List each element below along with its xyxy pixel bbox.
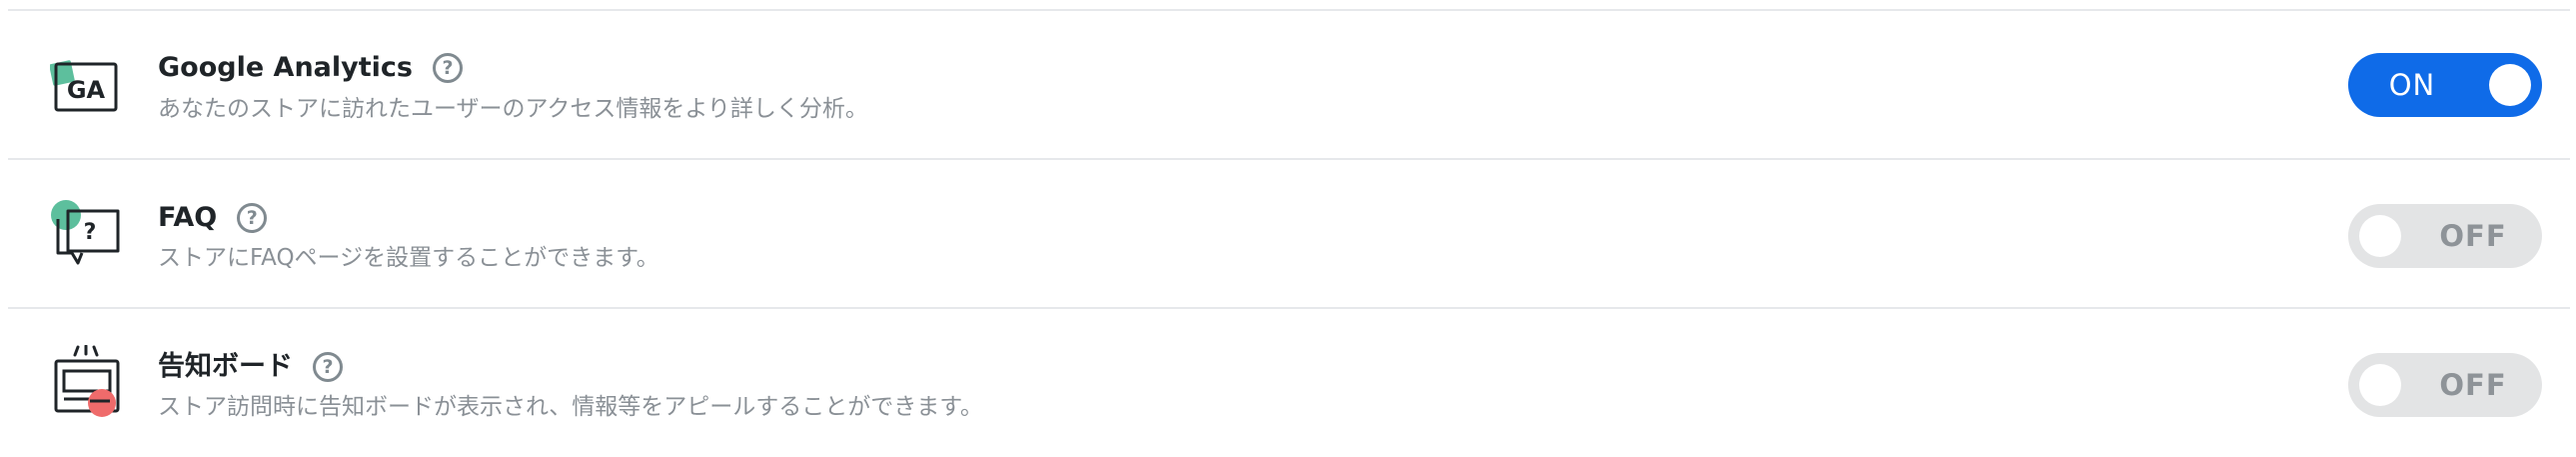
app-title-google-analytics: Google Analytics (158, 52, 413, 83)
app-title-line: Google Analytics ? (158, 46, 463, 90)
help-icon[interactable]: ? (237, 203, 268, 233)
toggle-label: OFF (2439, 219, 2507, 253)
app-description-google-analytics: あなたのストアに訪れたユーザーのアクセス情報をより詳しく分析。 (158, 96, 868, 122)
faq-chat-bubble-icon: ? (50, 197, 122, 269)
google-analytics-toggle[interactable]: ON (2348, 53, 2542, 117)
app-description-faq: ストアにFAQページを設置することができます。 (158, 245, 659, 271)
notice-board-icon (50, 345, 122, 417)
google-analytics-icon: GA (50, 50, 122, 122)
app-settings-list: GA Google Analytics ? あなたのストアに訪れたユーザーのアク… (0, 0, 2576, 452)
app-row-faq: ? FAQ ? ストアにFAQページを設置することができます。 OFF (0, 160, 2576, 308)
toggle-label: OFF (2439, 368, 2507, 402)
toggle-label: ON (2388, 68, 2436, 102)
toggle-knob (2359, 364, 2401, 406)
app-title-line: 告知ボード ? (158, 345, 343, 389)
app-title-faq: FAQ (158, 202, 218, 233)
app-title-line: FAQ ? (158, 196, 268, 240)
notice-board-toggle[interactable]: OFF (2348, 353, 2542, 417)
help-icon[interactable]: ? (313, 352, 343, 382)
google-analytics-icon-text: GA (67, 76, 106, 104)
app-row-google-analytics: GA Google Analytics ? あなたのストアに訪れたユーザーのアク… (0, 11, 2576, 159)
toggle-knob (2489, 64, 2531, 106)
toggle-knob (2359, 215, 2401, 257)
app-title-notice-board: 告知ボード (158, 351, 293, 382)
app-description-notice-board: ストア訪問時に告知ボードが表示され、情報等をアピールすることができます。 (158, 394, 983, 420)
faq-toggle[interactable]: OFF (2348, 204, 2542, 268)
help-icon[interactable]: ? (432, 53, 463, 83)
app-row-notice-board: 告知ボード ? ストア訪問時に告知ボードが表示され、情報等をアピールすることがで… (0, 309, 2576, 457)
faq-icon-glyph: ? (84, 220, 97, 245)
